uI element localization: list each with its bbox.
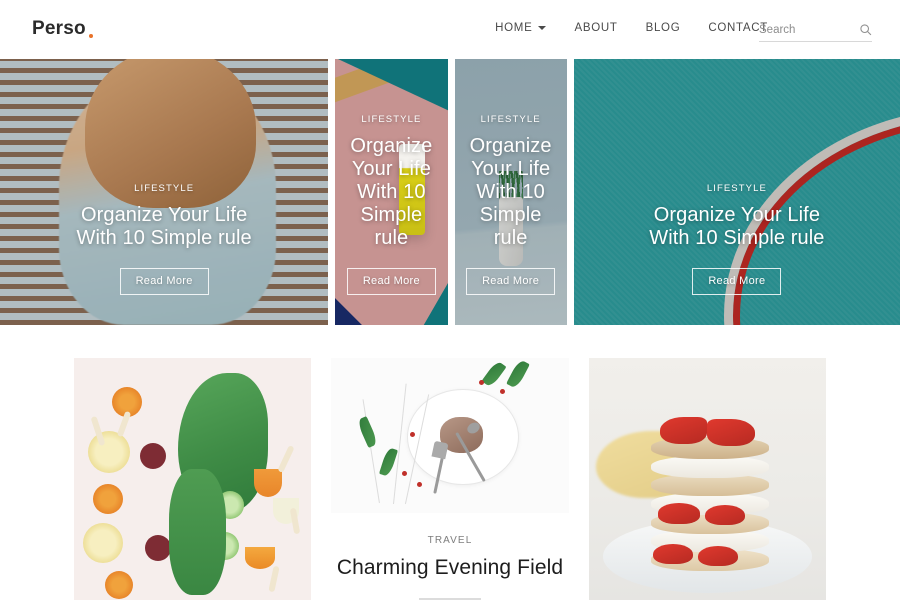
post-title-2: Charming Evening Field bbox=[336, 556, 564, 579]
read-more-button-2[interactable]: Read More bbox=[346, 268, 436, 295]
logo-dot-icon bbox=[88, 34, 93, 38]
hero-title-4: Organize Your Life With 10 Simple rule bbox=[574, 204, 900, 250]
hero-category-4: LIFESTYLE bbox=[706, 183, 767, 194]
logo-text: Perso bbox=[32, 18, 86, 39]
hero-card-3[interactable]: LIFESTYLE Organize Your Life With 10 Sim… bbox=[454, 59, 567, 325]
read-more-button-1[interactable]: Read More bbox=[119, 268, 209, 295]
hero-title-1: Organize Your Life With 10 Simple rule bbox=[0, 204, 328, 250]
hero-card-2[interactable]: LIFESTYLE Organize Your Life With 10 Sim… bbox=[335, 59, 448, 325]
hero-content-3: LIFESTYLE Organize Your Life With 10 Sim… bbox=[455, 114, 567, 325]
nav-label-blog: BLOG bbox=[645, 22, 681, 34]
hero-category-3: LIFESTYLE bbox=[480, 114, 541, 125]
hero-content-2: LIFESTYLE Organize Your Life With 10 Sim… bbox=[335, 114, 447, 325]
hero-carousel: LIFESTYLE Organize Your Life With 10 Sim… bbox=[0, 59, 900, 325]
nav-item-blog[interactable]: BLOG bbox=[632, 22, 695, 34]
post-image-1-details bbox=[74, 358, 311, 600]
nav-item-about[interactable]: ABOUT bbox=[560, 22, 631, 34]
post-meta-2: TRAVEL Charming Evening Field bbox=[331, 513, 569, 600]
search-input[interactable] bbox=[759, 23, 844, 36]
post-card-3[interactable] bbox=[589, 358, 826, 600]
hero-card-1[interactable]: LIFESTYLE Organize Your Life With 10 Sim… bbox=[0, 59, 329, 325]
nav-item-home[interactable]: HOME bbox=[481, 22, 560, 34]
hero-title-line-1: Organize Your Life bbox=[350, 135, 433, 180]
post-card-1[interactable] bbox=[74, 358, 311, 600]
pancake-stack-shape bbox=[650, 402, 770, 571]
hero-title-line-2: With 10 Simple rule bbox=[357, 181, 426, 249]
site-header: Perso HOME ABOUT BLOG CONTACT bbox=[0, 0, 900, 59]
search-box[interactable] bbox=[759, 18, 872, 42]
post-image-1 bbox=[74, 358, 311, 600]
hero-title-line-1: Organize Your Life bbox=[80, 204, 248, 226]
hero-category-1: LIFESTYLE bbox=[134, 183, 195, 194]
hero-title-line-2: With 10 Simple rule bbox=[76, 227, 252, 249]
read-more-button-3[interactable]: Read More bbox=[466, 268, 556, 295]
nav-label-home: HOME bbox=[495, 22, 533, 34]
post-category-2: TRAVEL bbox=[427, 535, 473, 546]
hero-title-3: Organize Your Life With 10 Simple rule bbox=[455, 135, 567, 250]
nav-label-about: ABOUT bbox=[574, 22, 618, 34]
hero-content-4: LIFESTYLE Organize Your Life With 10 Sim… bbox=[574, 183, 900, 325]
post-card-2[interactable]: TRAVEL Charming Evening Field bbox=[331, 358, 569, 600]
site-logo[interactable]: Perso bbox=[32, 18, 93, 40]
hero-card-4[interactable]: LIFESTYLE Organize Your Life With 10 Sim… bbox=[573, 59, 900, 325]
main-navigation: HOME ABOUT BLOG CONTACT bbox=[481, 22, 782, 34]
hero-title-2: Organize Your Life With 10 Simple rule bbox=[335, 135, 447, 250]
chevron-down-icon bbox=[538, 26, 547, 30]
post-image-2 bbox=[331, 358, 569, 513]
read-more-button-4[interactable]: Read More bbox=[692, 268, 782, 295]
hero-content-1: LIFESTYLE Organize Your Life With 10 Sim… bbox=[0, 183, 328, 325]
search-icon[interactable] bbox=[859, 23, 872, 36]
hero-title-line-1: Organize Your Life bbox=[653, 204, 821, 226]
post-image-3 bbox=[589, 358, 826, 600]
hero-category-2: LIFESTYLE bbox=[361, 114, 422, 125]
hero-title-line-1: Organize Your Life bbox=[469, 135, 552, 180]
hero-title-line-2: With 10 Simple rule bbox=[649, 227, 825, 249]
hero-title-line-2: With 10 Simple rule bbox=[476, 181, 545, 249]
post-grid: TRAVEL Charming Evening Field bbox=[0, 358, 900, 600]
